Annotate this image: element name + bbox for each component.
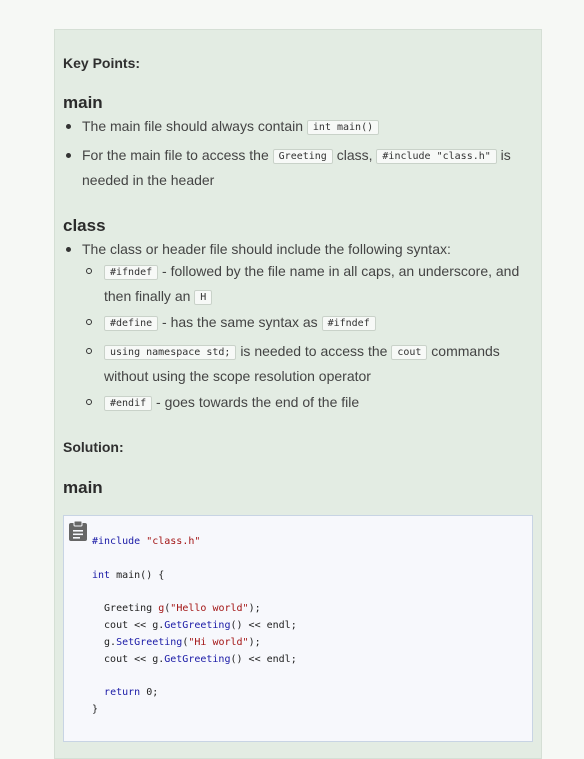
code-token: Greeting	[92, 603, 159, 615]
item-text: class,	[336, 147, 373, 163]
code-token: "Hi world"	[188, 636, 249, 648]
bullet-disc	[66, 124, 71, 129]
code-token: "Hello world"	[170, 603, 249, 615]
code-token: GetGreeting	[164, 619, 231, 631]
inline-code: Greeting	[272, 149, 333, 164]
inline-code: #ifndef	[321, 316, 376, 331]
code-token: main() {	[116, 569, 165, 581]
inline-code: H	[194, 290, 213, 305]
inline-code: #include "class.h"	[376, 149, 497, 164]
code-token: 0;	[140, 687, 159, 699]
item-text: is needed to access the	[240, 343, 388, 359]
list-item: #ifndef - followed by the file name in a…	[104, 260, 544, 310]
bullet-circle	[86, 399, 92, 405]
code-token: int	[92, 569, 111, 581]
item-text: without using the scope resolution opera…	[104, 368, 371, 384]
code-token: () << endl;	[230, 653, 297, 665]
item-text: - followed by the file name in all caps,…	[162, 263, 520, 279]
class-section-heading: class	[63, 216, 106, 235]
item-text: commands	[431, 343, 500, 359]
content-panel: Key Points: main The main file should al…	[54, 29, 542, 759]
inline-code: #define	[104, 316, 159, 331]
code-token: cout << g.	[92, 619, 165, 631]
inline-code: int main()	[306, 120, 380, 135]
item-text: - has the same syntax as	[162, 314, 318, 330]
solution-main-heading: main	[63, 478, 103, 497]
clipboard-icon[interactable]	[68, 520, 88, 547]
code-token: g.	[92, 636, 117, 648]
code-token: );	[248, 636, 261, 648]
list-item: using namespace std; is needed to access…	[104, 340, 544, 387]
inline-code: cout	[391, 345, 428, 360]
list-item: For the main file to access the Greeting…	[82, 144, 542, 191]
code-token: GetGreeting	[164, 653, 231, 665]
code-token: }	[92, 703, 99, 715]
bullet-circle	[86, 348, 92, 354]
list-item: #define - has the same syntax as #ifndef	[104, 311, 544, 336]
item-text: needed in the header	[82, 172, 215, 188]
code-token: () << endl;	[230, 619, 297, 631]
code-token: );	[248, 603, 261, 615]
bullet-circle	[86, 268, 92, 274]
code-token: return	[104, 687, 141, 699]
code-token: #include	[92, 536, 141, 547]
item-text: then finally an	[104, 288, 191, 304]
list-item: The class or header file should include …	[82, 238, 542, 260]
inline-code: using namespace std;	[104, 345, 237, 360]
item-text: The main file should always contain	[82, 118, 304, 134]
bullet-disc	[66, 153, 71, 158]
item-text: is	[500, 147, 511, 163]
list-item: #endif - goes towards the end of the fil…	[104, 391, 544, 416]
list-item: The main file should always contain int …	[82, 115, 542, 140]
solution-heading: Solution:	[63, 439, 124, 455]
code-token: cout << g.	[92, 653, 165, 665]
key-points-heading: Key Points:	[63, 55, 141, 71]
code-listing: #include "class.h" int main() { Greeting…	[92, 534, 297, 719]
item-text: The class or header file should include …	[82, 241, 451, 257]
inline-code: #ifndef	[104, 265, 159, 280]
main-section-heading: main	[63, 93, 103, 112]
bullet-disc	[66, 247, 71, 252]
bullet-circle	[86, 319, 92, 325]
item-text: For the main file to access the	[82, 147, 269, 163]
inline-code: #endif	[104, 396, 153, 411]
code-block: #include "class.h" int main() { Greeting…	[63, 515, 533, 742]
code-token: SetGreeting	[116, 636, 183, 648]
item-text: - goes towards the end of the file	[156, 394, 360, 410]
code-token: "class.h"	[146, 536, 201, 547]
